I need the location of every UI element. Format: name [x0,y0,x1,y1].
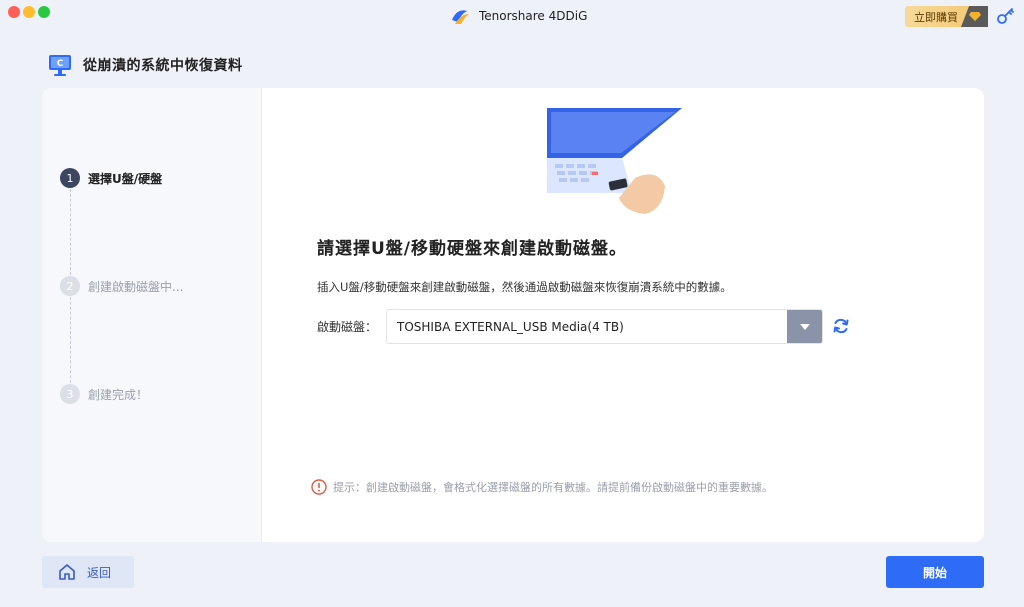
buy-button[interactable]: 立即購買 [905,6,988,27]
step-connector [70,297,71,383]
step-connector [70,189,71,275]
zoom-icon[interactable] [38,6,50,18]
step-number: 1 [60,168,80,188]
main-card: 1 選擇U盤/硬盤 2 創建啟動磁盤中... 3 創建完成！ 請選擇U盤/移動硬… [42,88,984,542]
minimize-icon[interactable] [23,6,35,18]
buy-label: 立即購買 [914,10,958,24]
warning-tip: 提示：創建啟動磁盤，會格式化選擇磁盤的所有數據。請提前備份啟動磁盤中的重要數據。 [311,479,773,495]
chevron-down-icon[interactable] [787,310,822,343]
step-3: 3 創建完成！ [60,384,148,404]
drive-select-value: TOSHIBA EXTERNAL_USB Media(4 TB) [397,319,624,334]
close-icon[interactable] [8,6,20,18]
page-heading: C 從崩潰的系統中恢復資料 [47,52,243,78]
app-title-text: Tenorshare 4DDiG [479,9,588,23]
app-title: Tenorshare 4DDiG [449,4,587,28]
key-icon[interactable] [996,6,1016,26]
step-label: 創建完成！ [88,387,149,402]
computer-icon: C [49,55,71,76]
svg-text:C: C [57,59,64,69]
back-button[interactable]: 返回 [42,556,134,588]
page-title: 從崩潰的系統中恢復資料 [83,58,243,74]
title-bar: Tenorshare 4DDiG 立即購買 [0,0,1024,32]
refresh-icon[interactable] [832,317,850,335]
drive-label: 啟動磁盤： [317,320,378,334]
main-title: 請選擇U盤/移動硬盤來創建啟動磁盤。 [317,239,628,259]
diamond-icon [961,6,988,27]
home-icon [59,564,75,580]
tip-text: 提示：創建啟動磁盤，會格式化選擇磁盤的所有數據。請提前備份啟動磁盤中的重要數據。 [333,481,773,494]
usb-laptop-illustration [547,108,682,214]
step-1: 1 選擇U盤/硬盤 [60,168,162,188]
start-label: 開始 [922,565,947,580]
start-button[interactable]: 開始 [886,556,984,588]
4ddig-logo-icon [452,10,469,24]
step-label: 創建啟動磁盤中... [88,279,184,294]
main-description: 插入U盤/移動硬盤來創建啟動磁盤，然後通過啟動磁盤來恢復崩潰系統中的數據。 [317,280,732,294]
step-label: 選擇U盤/硬盤 [88,171,163,186]
step-2: 2 創建啟動磁盤中... [60,276,183,296]
step-number: 2 [60,276,80,296]
back-label: 返回 [87,565,112,580]
warning-icon [311,479,327,495]
drive-select[interactable]: TOSHIBA EXTERNAL_USB Media(4 TB) [386,309,823,344]
steps-panel: 1 選擇U盤/硬盤 2 創建啟動磁盤中... 3 創建完成！ [42,88,262,542]
step-number: 3 [60,384,80,404]
